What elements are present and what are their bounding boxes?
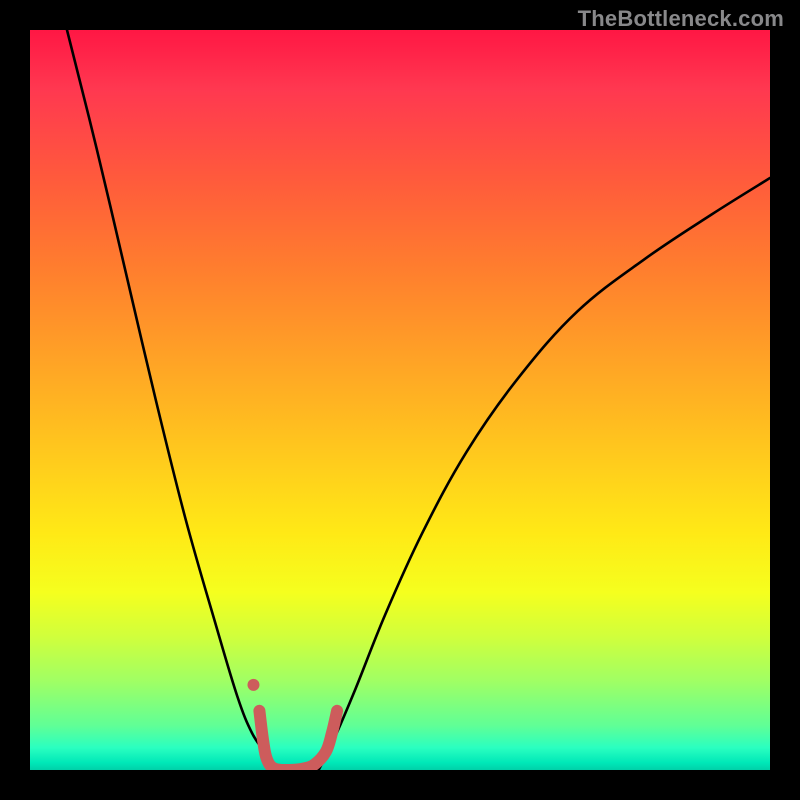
curve-left-branch [67,30,274,770]
highlight-dot [247,679,259,691]
chart-plot-area [30,30,770,770]
curve-bottom-highlight [259,711,337,770]
chart-svg [30,30,770,770]
watermark-text: TheBottleneck.com [578,6,784,32]
curve-right-branch [319,178,770,770]
